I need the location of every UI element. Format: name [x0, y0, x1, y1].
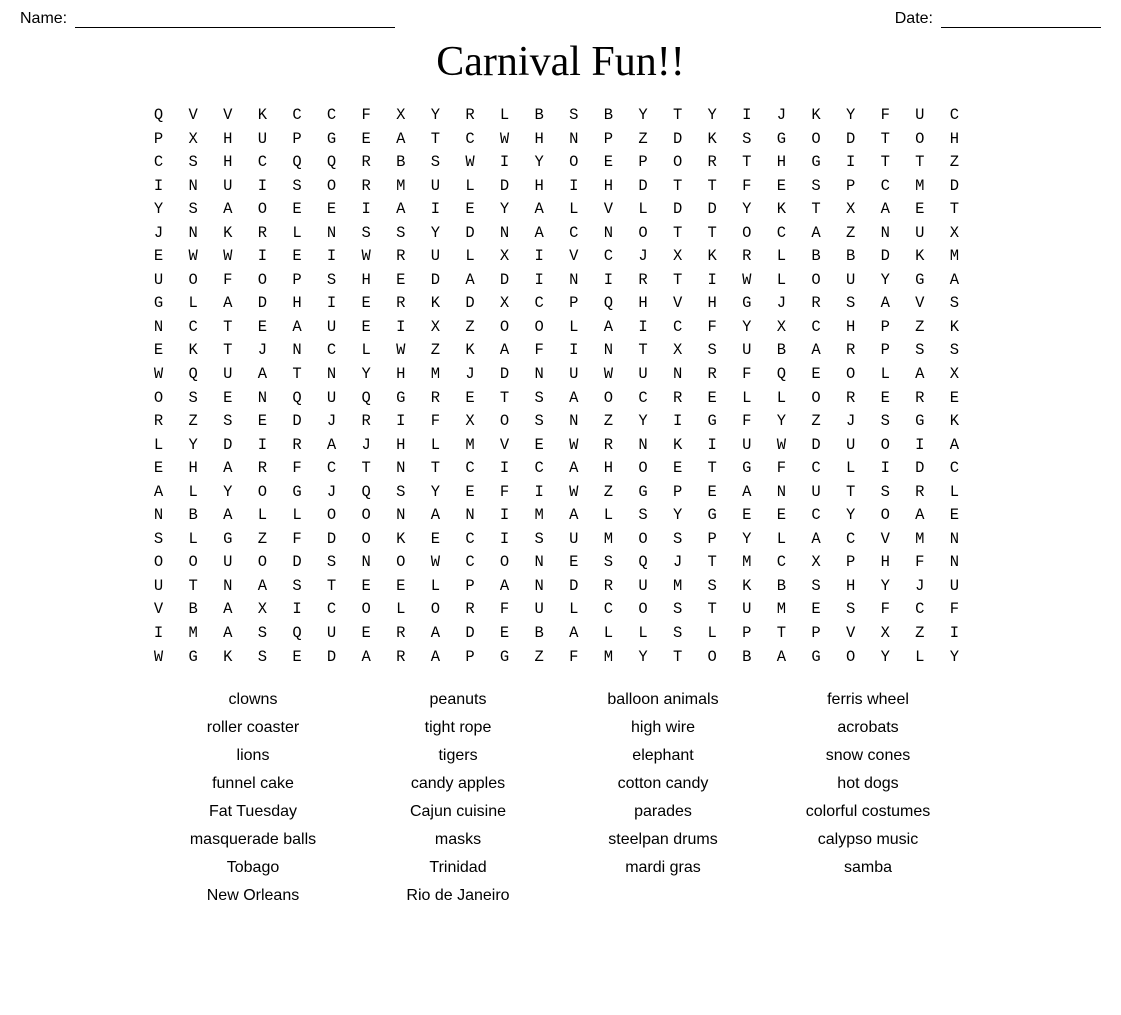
word-item: tight rope [356, 717, 561, 739]
word-item: lions [151, 745, 356, 767]
word-item: Trinidad [356, 857, 561, 879]
word-item: parades [561, 801, 766, 823]
name-field: Name: [20, 10, 395, 28]
grid-row: N B A L L O O N A N I M A L S Y G E E C … [154, 504, 967, 528]
word-item: samba [766, 857, 971, 879]
word-item: Fat Tuesday [151, 801, 356, 823]
grid-row: E K T J N C L W Z K A F I N T X S U B A … [154, 339, 967, 363]
word-item: mardi gras [561, 857, 766, 879]
header-row: Name: Date: [20, 10, 1101, 28]
word-item: New Orleans [151, 885, 356, 907]
grid-row: R Z S E D J R I F X O S N Z Y I G F Y Z … [154, 410, 967, 434]
word-item: peanuts [356, 689, 561, 711]
date-field: Date: [895, 10, 1101, 28]
grid-row: Y S A O E E I A I E Y A L V L D D Y K T … [154, 198, 967, 222]
grid-row: N C T E A U E I X Z O O L A I C F Y X C … [154, 316, 967, 340]
word-item: colorful costumes [766, 801, 971, 823]
word-item: Tobago [151, 857, 356, 879]
word-item: hot dogs [766, 773, 971, 795]
grid-row: W Q U A T N Y H M J D N U W U N R F Q E … [154, 363, 967, 387]
word-item [561, 885, 766, 907]
word-list: clownspeanutsballoon animalsferris wheel… [151, 689, 971, 907]
grid-row: O O U O D S N O W C O N E S Q J T M C X … [154, 551, 967, 575]
word-item: masquerade balls [151, 829, 356, 851]
word-item: funnel cake [151, 773, 356, 795]
word-item [766, 885, 971, 907]
date-label: Date: [895, 10, 933, 28]
word-item: snow cones [766, 745, 971, 767]
word-item: Cajun cuisine [356, 801, 561, 823]
word-item: high wire [561, 717, 766, 739]
word-item: elephant [561, 745, 766, 767]
word-item: ferris wheel [766, 689, 971, 711]
word-item: acrobats [766, 717, 971, 739]
grid-row: V B A X I C O L O R F U L C O S T U M E … [154, 598, 967, 622]
puzzle-container: Q V V K C C F X Y R L B S B Y T Y I J K … [20, 104, 1101, 669]
date-line[interactable] [941, 10, 1101, 28]
grid-row: L Y D I R A J H L M V E W R N K I U W D … [154, 434, 967, 458]
grid-row: I N U I S O R M U L D H I H D T T F E S … [154, 175, 967, 199]
grid-row: W G K S E D A R A P G Z F M Y T O B A G … [154, 646, 967, 670]
grid-row: P X H U P G E A T C W H N P Z D K S G O … [154, 128, 967, 152]
grid-row: I M A S Q U E R A D E B A L L S L P T P … [154, 622, 967, 646]
word-item: Rio de Janeiro [356, 885, 561, 907]
word-item: cotton candy [561, 773, 766, 795]
grid-row: A L Y O G J Q S Y E F I W Z G P E A N U … [154, 481, 967, 505]
word-search-grid: Q V V K C C F X Y R L B S B Y T Y I J K … [154, 104, 967, 669]
word-item: clowns [151, 689, 356, 711]
name-line[interactable] [75, 10, 395, 28]
grid-row: E H A R F C T N T C I C A H O E T G F C … [154, 457, 967, 481]
word-item: candy apples [356, 773, 561, 795]
name-label: Name: [20, 10, 67, 28]
word-item: balloon animals [561, 689, 766, 711]
word-item: calypso music [766, 829, 971, 851]
grid-row: S L G Z F D O K E C I S U M O S P Y L A … [154, 528, 967, 552]
word-item: masks [356, 829, 561, 851]
grid-row: C S H C Q Q R B S W I Y O E P O R T H G … [154, 151, 967, 175]
grid-row: E W W I E I W R U L X I V C J X K R L B … [154, 245, 967, 269]
grid-row: G L A D H I E R K D X C P Q H V H G J R … [154, 292, 967, 316]
word-item: roller coaster [151, 717, 356, 739]
grid-row: Q V V K C C F X Y R L B S B Y T Y I J K … [154, 104, 967, 128]
grid-row: O S E N Q U Q G R E T S A O C R E L L O … [154, 387, 967, 411]
word-item: tigers [356, 745, 561, 767]
page-title: Carnival Fun!! [20, 38, 1101, 86]
grid-row: U T N A S T E E L P A N D R U M S K B S … [154, 575, 967, 599]
word-item: steelpan drums [561, 829, 766, 851]
grid-row: J N K R L N S S Y D N A C N O T T O C A … [154, 222, 967, 246]
grid-row: U O F O P S H E D A D I N I R T I W L O … [154, 269, 967, 293]
